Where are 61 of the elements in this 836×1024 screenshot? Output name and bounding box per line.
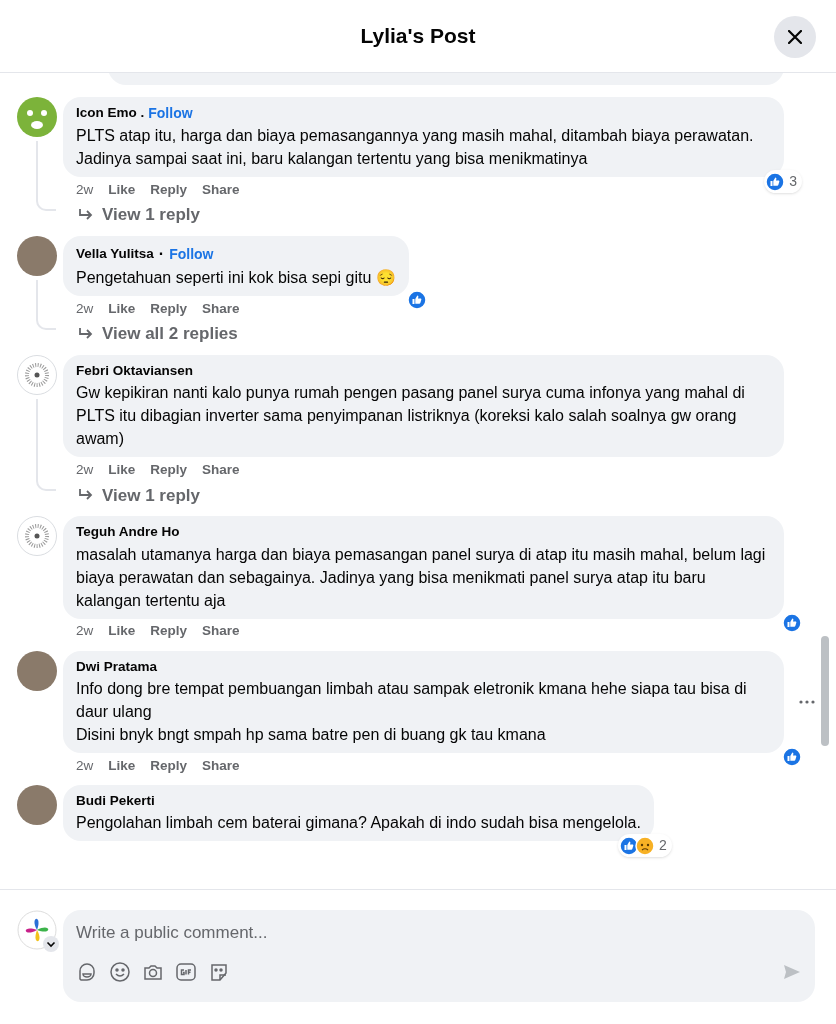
comment-action-link[interactable]: Like — [108, 298, 136, 320]
avatar-photo[interactable] — [17, 784, 57, 825]
comment-time[interactable]: 2w — [76, 621, 94, 642]
comment-action-link[interactable]: Reply — [150, 460, 188, 481]
post-title: Lylia's Post — [360, 23, 476, 50]
comment-text: masalah utamanya harga dan biaya pemasangan panel surya di atap itu masih mahal, belum lagi biaya perawatan dan sebagainya. Jadinya yang bisa menikmati panel surya atap itu baru kalangan tertentu aja — [76, 544, 767, 611]
reply-arrow-icon — [78, 208, 94, 222]
commenter-name[interactable]: Budi Pekerti — [76, 790, 155, 811]
commenter-name[interactable]: Dwi Pratama — [76, 656, 158, 677]
comment-action-link[interactable]: Share — [202, 179, 240, 201]
comment-action-link[interactable]: Reply — [150, 755, 188, 776]
comment-action-link[interactable]: Like — [108, 621, 136, 642]
avatar-photo[interactable] — [17, 236, 57, 276]
thread-line — [36, 280, 56, 330]
follow-link[interactable]: Follow — [148, 103, 193, 124]
comment-text: PLTS atap itu, harga dan biaya pemasangannya yang masih mahal, ditambah biaya perawatan. Jadinya sampai saat ini, baru kalangan tertentu yang bisa menikmatinya — [76, 126, 755, 169]
comment-text: Info dong bre tempat pembuangan limbah atau sampak eletronik kmana hehe siapa tau bisa di daur ulang Disini bnyk bngt smpah hp sama batre pen di buang gk tau kmana — [76, 678, 748, 745]
reaction-count: 3 — [788, 172, 798, 191]
commenter-name[interactable]: Teguh Andre Ho — [76, 522, 180, 543]
comment-time[interactable]: 2w — [76, 179, 94, 201]
commenter-name[interactable]: Vella Yulitsa — [76, 243, 154, 265]
view-replies-link[interactable]: View 1 reply — [102, 202, 200, 228]
gif-icon[interactable] — [175, 961, 197, 983]
comment-action-link[interactable]: Reply — [150, 621, 188, 642]
comment-action-link[interactable]: Share — [202, 621, 240, 642]
close-icon — [788, 30, 802, 44]
comment-time[interactable]: 2w — [76, 460, 94, 481]
comment-input[interactable]: Write a public comment... — [63, 910, 815, 1002]
comment-action-link[interactable]: Like — [108, 179, 136, 201]
avatar-photo[interactable] — [17, 650, 57, 691]
more-options-icon[interactable] — [798, 698, 816, 705]
reply-arrow-icon — [78, 327, 94, 341]
close-button[interactable] — [774, 16, 816, 58]
comment-action-link[interactable]: Share — [202, 460, 240, 481]
chevron-down-icon[interactable] — [43, 936, 59, 952]
comment-text: Gw kepikiran nanti kalo punya rumah pengen pasang panel surya cuma infonya yang mahal di PLTS itu dibagian inverter sama penyimpanan listriknya (koreksi kalo salah soalnya gw orang awam) — [76, 383, 746, 450]
reaction-badge[interactable]: 2 — [618, 834, 672, 857]
emoji-icon[interactable] — [109, 961, 131, 983]
commenter-name[interactable]: Febri Oktaviansen — [76, 361, 194, 382]
comment-action-link[interactable]: Like — [108, 460, 136, 481]
sticker-icon[interactable] — [208, 961, 230, 983]
comment-text: Pengetahuan seperti ini kok bisa sepi gitu 😔 — [76, 268, 396, 288]
comment-text: Pengolahan limbah cem baterai gimana? Apakah di indo sudah bisa mengelola. — [76, 813, 641, 833]
follow-link[interactable]: Follow — [169, 243, 214, 265]
separator-dot: · — [157, 244, 166, 264]
reaction-count: 2 — [658, 836, 668, 855]
comment-action-link[interactable]: Share — [202, 755, 240, 776]
avatar-sticker-icon[interactable] — [76, 961, 98, 983]
comment-action-link[interactable]: Like — [108, 755, 136, 776]
comment-action-link[interactable]: Reply — [150, 298, 188, 320]
comment-action-link[interactable]: Share — [202, 298, 240, 320]
view-replies-link[interactable]: View 1 reply — [102, 482, 200, 508]
comment-action-link[interactable]: Reply — [150, 179, 188, 201]
comment-input-text[interactable]: Write a public comment... — [76, 922, 802, 944]
reaction-badge[interactable]: 3 — [764, 170, 802, 193]
view-replies-link[interactable]: View all 2 replies — [102, 321, 238, 347]
scrollbar-thumb[interactable] — [821, 636, 829, 746]
comment-time[interactable]: 2w — [76, 755, 94, 776]
comment-time[interactable]: 2w — [76, 298, 94, 320]
thread-line — [36, 141, 56, 211]
commenter-name[interactable]: Icon Emo . — [76, 103, 145, 124]
